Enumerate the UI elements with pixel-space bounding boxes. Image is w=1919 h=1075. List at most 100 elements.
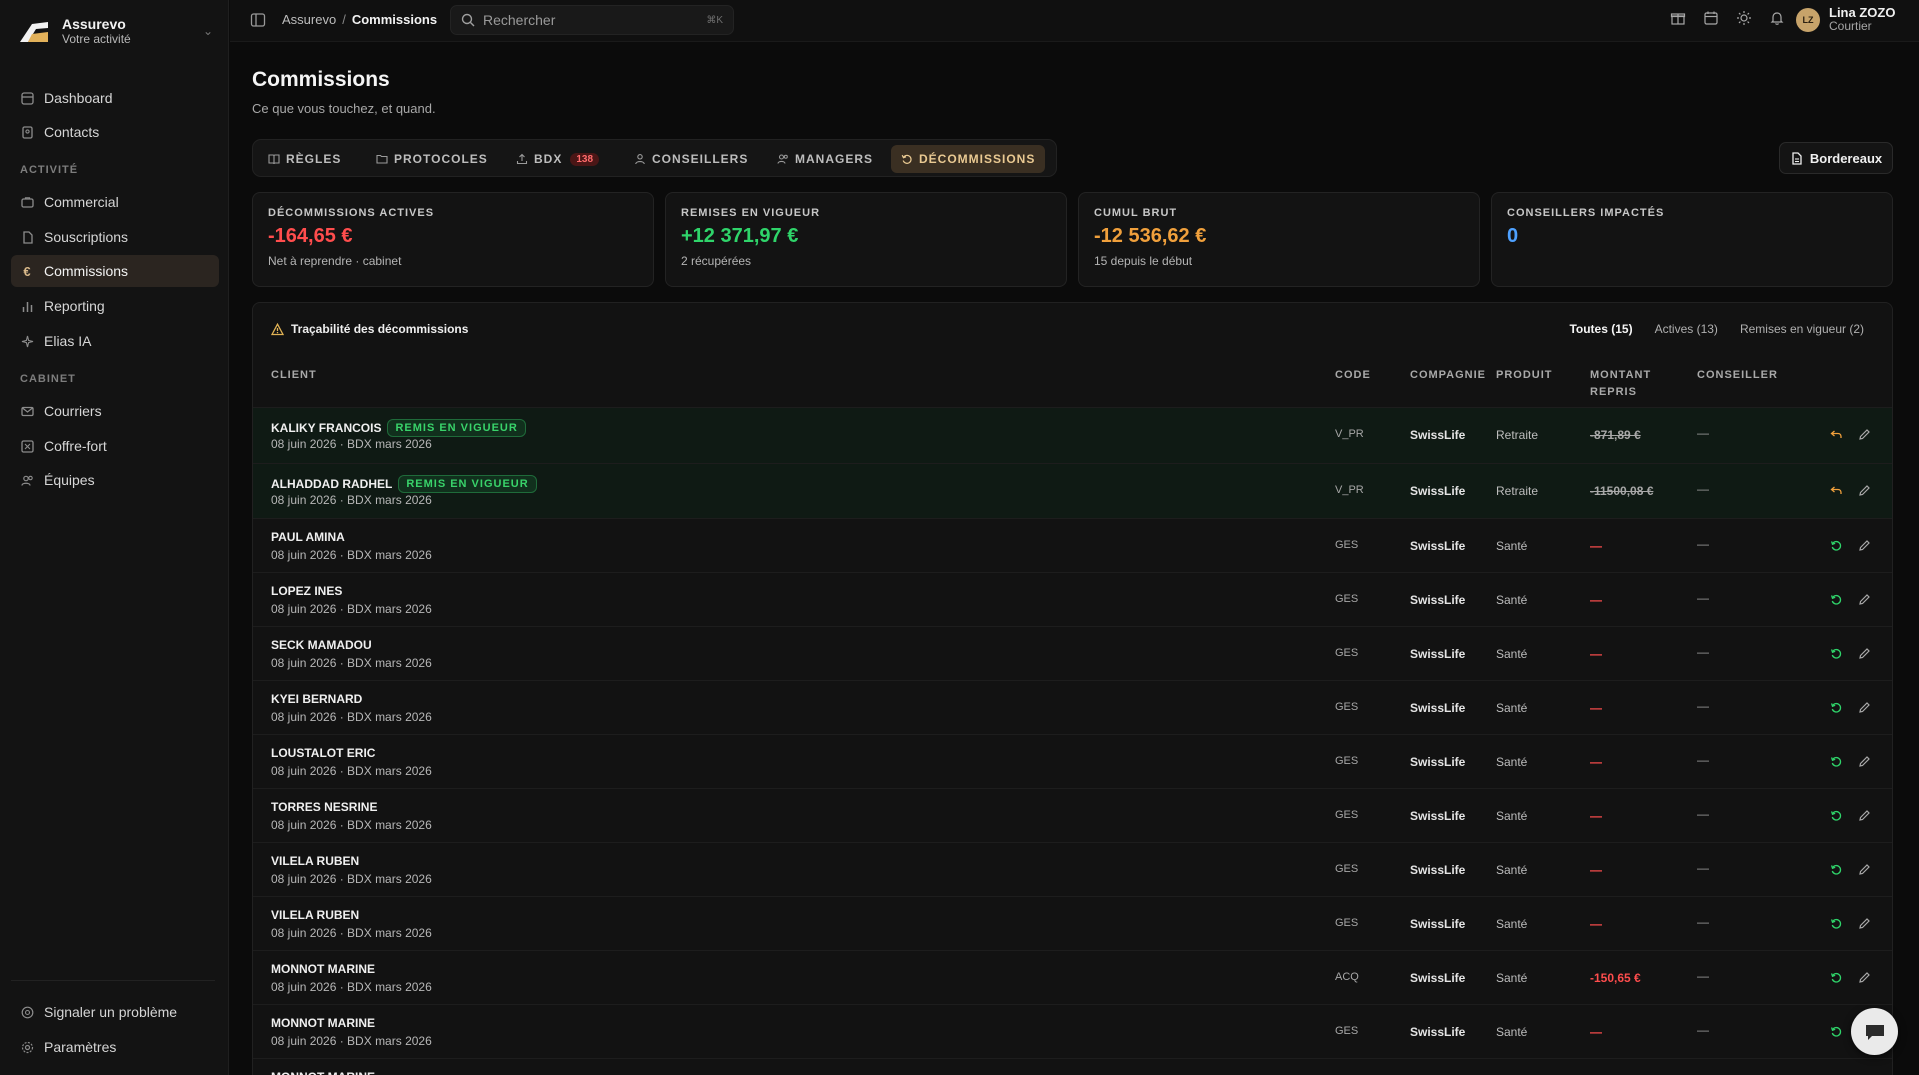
tab-bdx[interactable]: BDX 138 (506, 145, 609, 173)
code-cell: GES (1335, 647, 1359, 659)
tab-regles[interactable]: RÈGLES (258, 145, 351, 173)
table-row[interactable]: LOUSTALOT ERIC 08 juin 2026 · BDX mars 20… (253, 734, 1892, 788)
client-name: MONNOT MARINE (271, 1016, 375, 1030)
tab-decommissions[interactable]: DÉCOMMISSIONS (891, 145, 1046, 173)
table-row[interactable]: SECK MAMADOU 08 juin 2026 · BDX mars 2026… (253, 626, 1892, 680)
edit-icon[interactable] (1858, 539, 1871, 552)
produit-cell: Santé (1496, 809, 1528, 823)
table-row[interactable]: MONNOT MARINE08 juin 2026 · BDX mars 202… (253, 1004, 1892, 1058)
table-row[interactable]: TORRES NESRINE 08 juin 2026 · BDX mars 20… (253, 788, 1892, 842)
sidebar-item-signaler-probleme[interactable]: Signaler un problème (11, 996, 219, 1028)
conseiller-cell: — (1697, 807, 1709, 821)
sidebar-item-equipes[interactable]: Équipes (11, 464, 219, 496)
produit-cell: Santé (1496, 1025, 1528, 1039)
filter-actives[interactable]: Actives (13) (1655, 322, 1718, 336)
table-row[interactable]: MONNOT MARINE08 juin 2026 · BDX mars 202… (253, 1058, 1892, 1075)
conseiller-cell: — (1697, 969, 1709, 983)
restore-icon[interactable] (1830, 428, 1843, 441)
refresh-icon[interactable] (1830, 701, 1843, 714)
sidebar-item-souscriptions[interactable]: Souscriptions (11, 221, 219, 253)
kpi-label: CONSEILLERS IMPACTÉS (1507, 207, 1665, 219)
edit-icon[interactable] (1858, 809, 1871, 822)
bell-icon[interactable] (1769, 10, 1785, 26)
sidebar-item-commercial[interactable]: Commercial (11, 186, 219, 218)
sidebar-divider (11, 980, 215, 981)
edit-icon[interactable] (1858, 428, 1871, 441)
refresh-icon[interactable] (1830, 539, 1843, 552)
produit-cell: Santé (1496, 593, 1528, 607)
refresh-icon[interactable] (1830, 917, 1843, 930)
tab-label: PROTOCOLES (394, 152, 488, 166)
column-header-conseiller[interactable]: CONSEILLER (1697, 367, 1778, 384)
sidebar-item-contacts[interactable]: Contacts (11, 116, 219, 148)
table-row[interactable]: KYEI BERNARD 08 juin 2026 · BDX mars 2026… (253, 680, 1892, 734)
refresh-icon[interactable] (1830, 1025, 1843, 1038)
book-icon (268, 154, 280, 165)
table-row[interactable]: VILELA RUBEN 08 juin 2026 · BDX mars 2026… (253, 842, 1892, 896)
table-row[interactable]: ALHADDAD RADHEL REMIS EN VIGUEUR 08 juin 2… (253, 463, 1892, 519)
table-row[interactable]: KALIKY FRANCOIS REMIS EN VIGUEUR 08 juin 2… (253, 407, 1892, 463)
sidebar-item-courriers[interactable]: Courriers (11, 395, 219, 427)
sidebar-item-elias-ia[interactable]: Elias IA (11, 325, 219, 357)
tab-conseillers[interactable]: CONSEILLERS (624, 145, 758, 173)
sidebar-item-dashboard[interactable]: Dashboard (11, 82, 219, 114)
refresh-icon[interactable] (1830, 863, 1843, 876)
edit-icon[interactable] (1858, 863, 1871, 876)
table-row[interactable]: LOPEZ INES 08 juin 2026 · BDX mars 2026 GE… (253, 572, 1892, 626)
gift-icon[interactable] (1670, 10, 1686, 26)
filter-toutes[interactable]: Toutes (15) (1569, 322, 1632, 336)
edit-icon[interactable] (1858, 917, 1871, 930)
sidebar-item-reporting[interactable]: Reporting (11, 290, 219, 322)
sparkle-icon (20, 334, 34, 348)
edit-icon[interactable] (1858, 647, 1871, 660)
sidebar-item-coffre-fort[interactable]: Coffre-fort (11, 430, 219, 462)
refresh-icon[interactable] (1830, 647, 1843, 660)
kpi-foot: Net à reprendre · cabinet (268, 254, 402, 268)
sidebar-item-commissions[interactable]: € Commissions (11, 255, 219, 287)
column-header-client[interactable]: CLIENT (271, 367, 317, 384)
search-shortcut: ⌘K (706, 14, 723, 26)
refresh-icon[interactable] (1830, 971, 1843, 984)
tab-label: MANAGERS (795, 152, 874, 166)
sidebar-item-parametres[interactable]: Paramètres (11, 1031, 219, 1063)
edit-icon[interactable] (1858, 755, 1871, 768)
workspace-switcher[interactable]: Assurevo Votre activité ⌄ (18, 14, 213, 48)
edit-icon[interactable] (1858, 484, 1871, 497)
table-row[interactable]: MONNOT MARINE08 juin 2026 · BDX mars 202… (253, 950, 1892, 1004)
column-header-montant-repris[interactable]: MONTANT REPRIS (1590, 367, 1670, 401)
table-header-bar: Traçabilité des décommissions Toutes (15… (253, 303, 1892, 355)
table-row[interactable]: PAUL AMINA 08 juin 2026 · BDX mars 2026 GE… (253, 518, 1892, 572)
chat-support-button[interactable] (1851, 1008, 1898, 1055)
sidebar: Assurevo Votre activité ⌄ Dashboard Cont… (0, 0, 229, 1075)
conseiller-cell: — (1697, 753, 1709, 767)
conseiller-cell: — (1697, 1023, 1709, 1037)
sun-icon[interactable] (1736, 10, 1752, 26)
breadcrumb-separator: / (342, 12, 346, 27)
table-filters: Toutes (15) Actives (13) Remises en vigu… (1569, 322, 1864, 336)
tab-managers[interactable]: MANAGERS (767, 145, 883, 173)
column-header-compagnie[interactable]: COMPAGNIE (1410, 367, 1486, 384)
tab-protocoles[interactable]: PROTOCOLES (366, 145, 498, 173)
client-name-cell: MONNOT MARINE (271, 962, 375, 976)
restore-icon[interactable] (1830, 484, 1843, 497)
table-row[interactable]: VILELA RUBEN 08 juin 2026 · BDX mars 2026… (253, 896, 1892, 950)
calendar-icon[interactable] (1703, 10, 1719, 26)
refresh-icon[interactable] (1830, 809, 1843, 822)
bordereaux-button[interactable]: Bordereaux (1779, 142, 1893, 174)
conseiller-cell: — (1697, 915, 1709, 929)
edit-icon[interactable] (1858, 701, 1871, 714)
refresh-icon[interactable] (1830, 593, 1843, 606)
refresh-icon[interactable] (1830, 755, 1843, 768)
bordereaux-button-label: Bordereaux (1809, 150, 1883, 166)
breadcrumb-root[interactable]: Assurevo (282, 12, 336, 27)
edit-icon[interactable] (1858, 593, 1871, 606)
client-name-cell: PAUL AMINA (271, 530, 345, 544)
produit-cell: Santé (1496, 971, 1528, 985)
column-header-code[interactable]: CODE (1335, 367, 1371, 384)
search-input[interactable]: Rechercher ⌘K (450, 5, 734, 35)
filter-remises-en-vigueur[interactable]: Remises en vigueur (2) (1740, 322, 1864, 336)
user-menu[interactable]: LZ Lina ZOZO Courtier (1796, 6, 1895, 33)
edit-icon[interactable] (1858, 971, 1871, 984)
sidebar-toggle-icon[interactable] (250, 12, 266, 28)
column-header-produit[interactable]: PRODUIT (1496, 367, 1553, 384)
